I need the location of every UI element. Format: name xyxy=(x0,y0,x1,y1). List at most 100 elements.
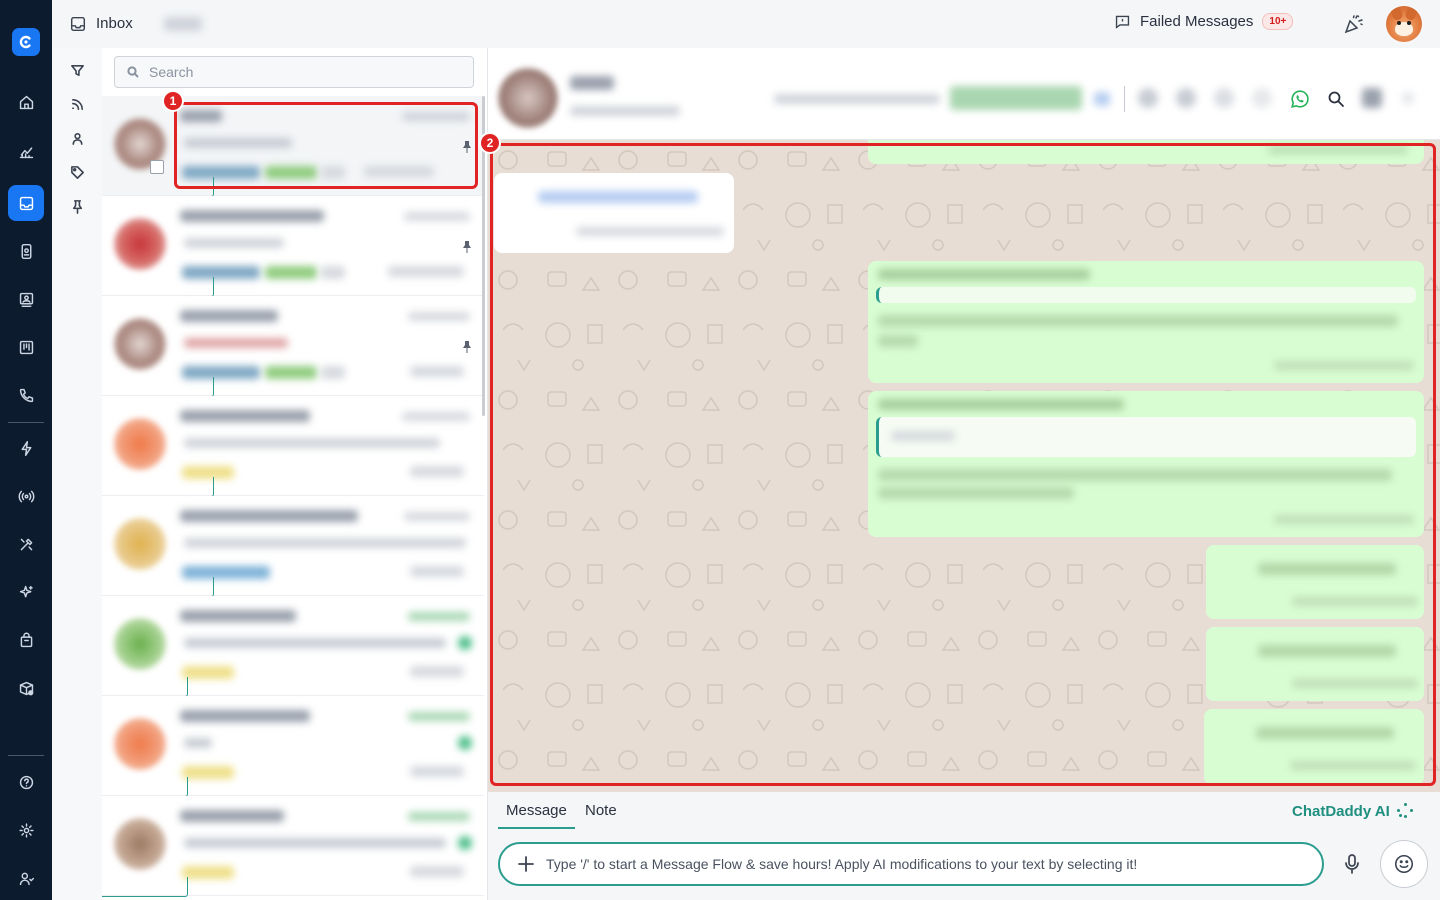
chat-row[interactable] xyxy=(102,296,484,397)
assignee-select-redacted[interactable] xyxy=(774,94,940,104)
help-icon[interactable] xyxy=(8,764,44,800)
top-bar: Inbox Failed Messages 10+ xyxy=(52,0,1440,48)
tag-chip-redacted xyxy=(182,766,234,779)
contact-name-redacted xyxy=(180,210,324,222)
row-indicator xyxy=(102,277,214,297)
quoted-text-redacted xyxy=(891,431,955,441)
row-indicator xyxy=(102,377,214,397)
chatdaddy-logo[interactable] xyxy=(12,28,40,56)
inbox-icon[interactable] xyxy=(8,185,44,221)
chat-row[interactable] xyxy=(102,696,484,797)
annotation-marker-1: 1 xyxy=(162,90,184,112)
chat-row[interactable] xyxy=(102,196,484,297)
tab-note[interactable]: Note xyxy=(577,802,625,827)
plus-icon[interactable] xyxy=(516,854,536,874)
tag-chip-redacted xyxy=(321,366,345,379)
home-icon[interactable] xyxy=(8,84,44,120)
chat-row[interactable] xyxy=(102,396,484,497)
assignee-icon[interactable] xyxy=(67,128,87,148)
chat-row[interactable] xyxy=(102,796,484,897)
header-action-redacted[interactable] xyxy=(1176,88,1196,108)
page-title: Inbox xyxy=(96,15,133,32)
search-box[interactable] xyxy=(114,56,474,88)
message-time-redacted xyxy=(1290,761,1416,770)
assignee-redacted xyxy=(388,266,464,277)
assignee-redacted xyxy=(410,766,464,777)
broadcast-icon[interactable] xyxy=(8,478,44,514)
contact-name-redacted xyxy=(180,510,358,522)
tab-message[interactable]: Message xyxy=(498,802,575,829)
call-action-redacted[interactable] xyxy=(1214,88,1234,108)
outgoing-message[interactable] xyxy=(1206,627,1424,701)
message-input[interactable] xyxy=(546,856,1316,872)
header-divider xyxy=(1124,86,1125,112)
chat-row[interactable] xyxy=(102,496,484,597)
tag-chip-redacted xyxy=(182,866,234,879)
whatsapp-icon[interactable] xyxy=(1289,88,1311,110)
campaigns-icon[interactable] xyxy=(8,281,44,317)
status-chip-redacted[interactable] xyxy=(950,86,1082,110)
user-avatar[interactable] xyxy=(1386,6,1422,42)
header-action-redacted[interactable] xyxy=(1252,88,1272,108)
chat-contact-name-redacted xyxy=(570,76,614,90)
pin-icon[interactable] xyxy=(67,196,87,216)
message-time-redacted xyxy=(1292,597,1418,606)
pinned-icon xyxy=(462,240,472,253)
row-indicator xyxy=(102,477,214,497)
search-input[interactable] xyxy=(149,64,449,80)
failed-messages-button[interactable]: Failed Messages 10+ xyxy=(1114,13,1294,30)
microphone-icon[interactable] xyxy=(1340,852,1364,876)
team-icon[interactable] xyxy=(8,860,44,896)
chat-contact-avatar[interactable] xyxy=(498,68,558,128)
kanban-icon[interactable] xyxy=(8,329,44,365)
message-content-redacted xyxy=(878,469,1392,481)
analytics-icon[interactable] xyxy=(8,133,44,169)
message-header-redacted xyxy=(878,399,1124,410)
row-select-checkbox[interactable] xyxy=(150,160,164,174)
outgoing-message[interactable] xyxy=(868,391,1424,537)
status-dropdown-redacted[interactable] xyxy=(1094,92,1110,106)
filter-icon[interactable] xyxy=(67,60,87,80)
shop-icon[interactable] xyxy=(8,622,44,658)
incoming-message[interactable] xyxy=(494,173,734,253)
timestamp-redacted xyxy=(408,312,470,321)
message-content-redacted xyxy=(1258,563,1396,575)
last-message-redacted xyxy=(184,138,292,148)
header-action-redacted[interactable] xyxy=(1402,92,1414,104)
ai-sparkle-icon[interactable] xyxy=(8,574,44,610)
search-icon[interactable] xyxy=(1325,88,1347,110)
message-content-redacted xyxy=(878,335,918,347)
outgoing-message[interactable] xyxy=(868,140,1424,164)
chatdaddy-ai-button[interactable]: ChatDaddy AI xyxy=(1292,802,1414,820)
unread-badge-redacted xyxy=(458,836,472,850)
outgoing-message[interactable] xyxy=(868,261,1424,383)
outgoing-message[interactable] xyxy=(1206,545,1424,619)
automation-icon[interactable] xyxy=(8,430,44,466)
chat-messages-area xyxy=(488,140,1440,792)
tools-icon[interactable] xyxy=(8,526,44,562)
timestamp-redacted xyxy=(402,412,470,421)
tag-icon[interactable] xyxy=(67,162,87,182)
header-action-redacted[interactable] xyxy=(1362,88,1382,108)
message-input-box[interactable] xyxy=(498,842,1324,886)
phone-icon[interactable] xyxy=(8,377,44,413)
account-name-redacted[interactable] xyxy=(164,17,202,31)
quoted-message[interactable] xyxy=(876,287,1416,303)
quoted-message[interactable] xyxy=(876,417,1416,457)
outgoing-message[interactable] xyxy=(1204,709,1424,785)
whats-new-party-icon[interactable] xyxy=(1343,13,1365,35)
contact-name-redacted xyxy=(180,410,310,422)
tag-chip-redacted xyxy=(265,266,317,279)
row-indicator xyxy=(102,877,188,897)
header-action-redacted[interactable] xyxy=(1138,88,1158,108)
package-icon[interactable] xyxy=(8,670,44,706)
assignee-redacted xyxy=(410,366,464,377)
settings-icon[interactable] xyxy=(8,812,44,848)
chat-row[interactable] xyxy=(102,96,484,197)
unread-badge-redacted xyxy=(458,736,472,750)
feed-icon[interactable] xyxy=(67,94,87,114)
chat-row[interactable] xyxy=(102,596,484,697)
contacts-card-icon[interactable] xyxy=(8,233,44,269)
timestamp-redacted xyxy=(402,112,470,121)
emoji-button[interactable] xyxy=(1380,840,1428,888)
